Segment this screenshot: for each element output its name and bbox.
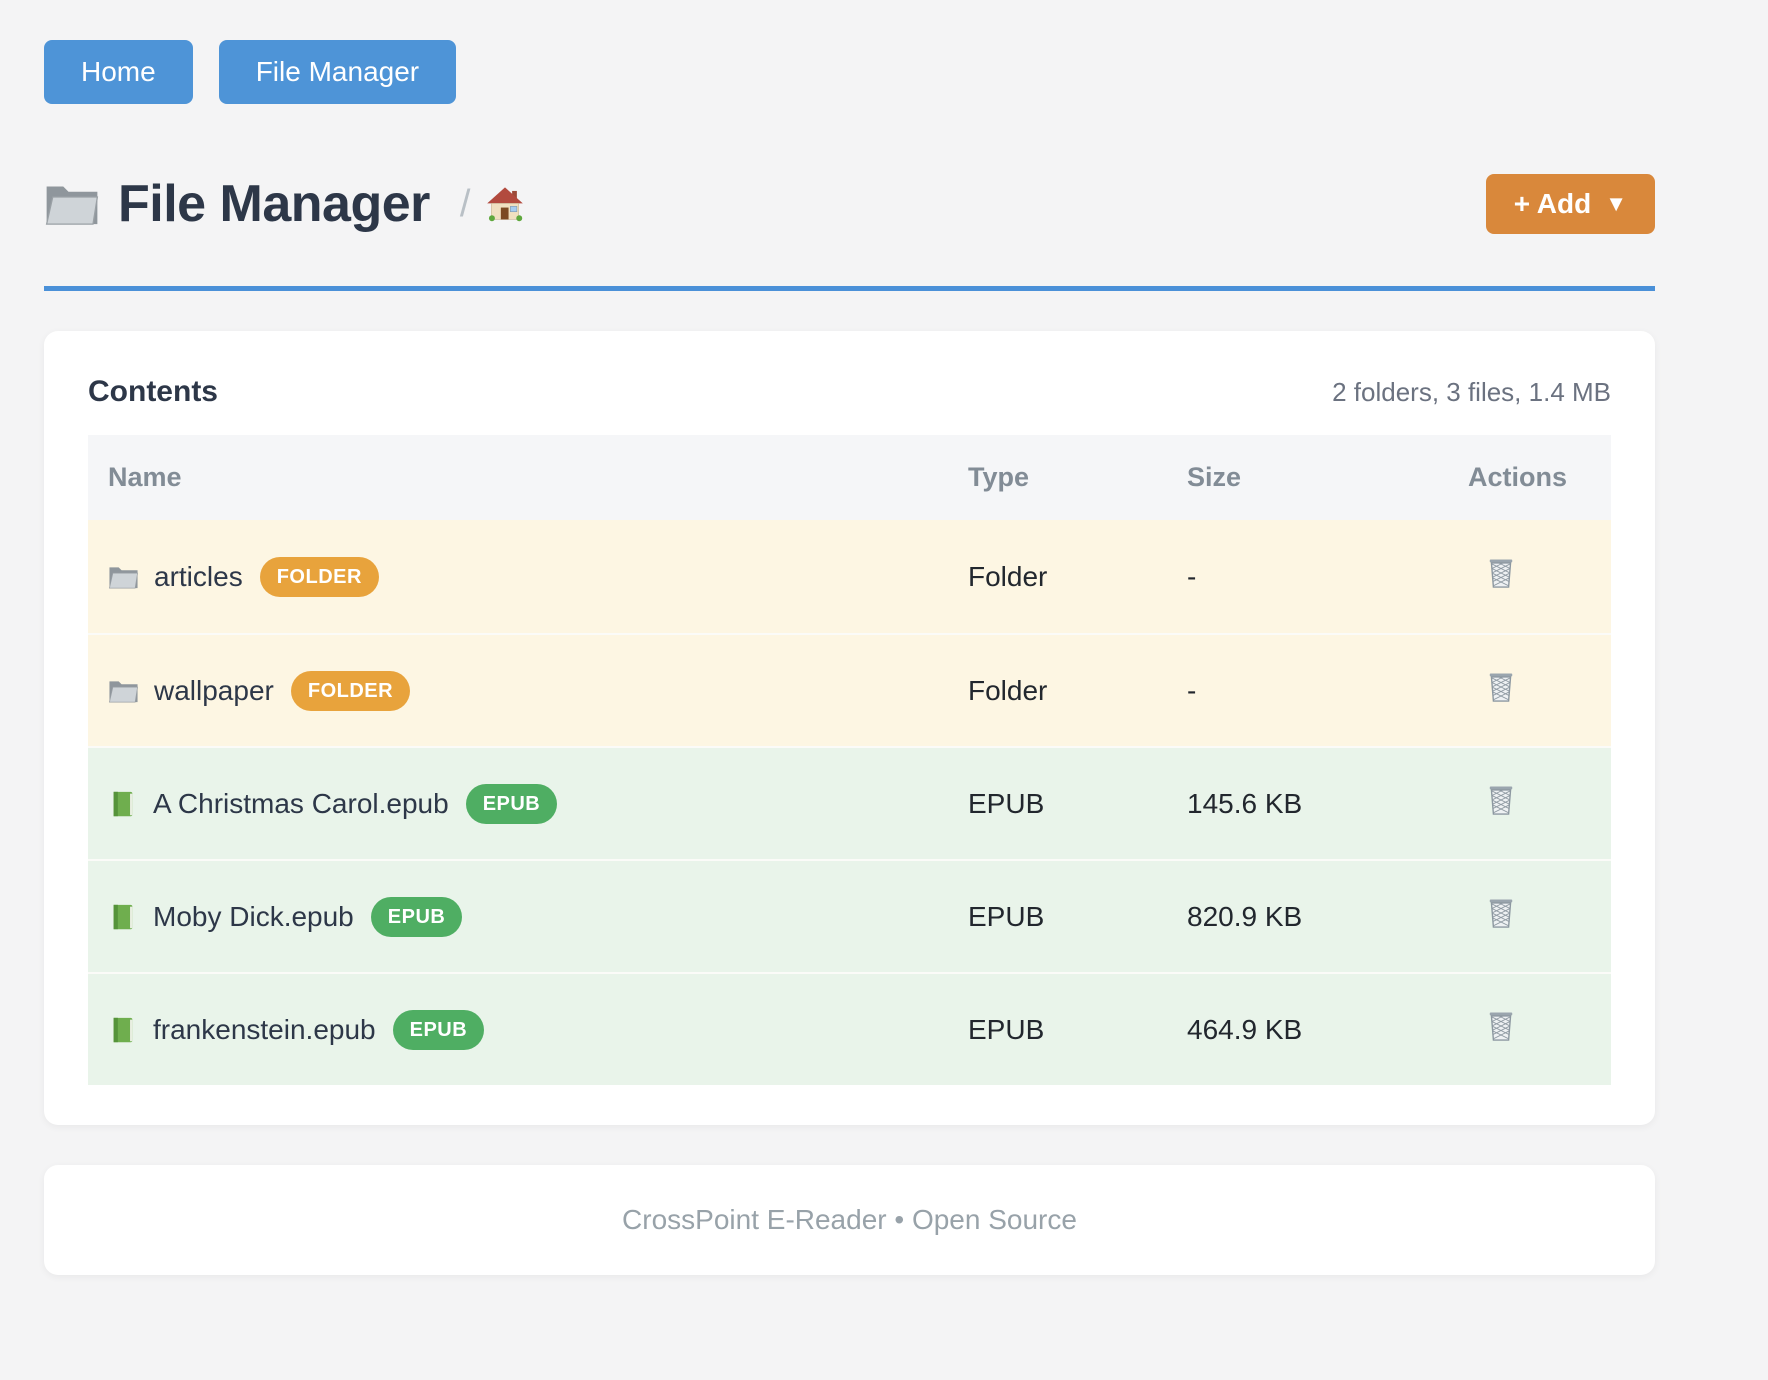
add-button[interactable]: + Add ▼ <box>1486 174 1655 234</box>
table-row: wallpaper FOLDER Folder - <box>88 633 1611 746</box>
type-badge: EPUB <box>371 897 463 937</box>
type-badge: FOLDER <box>260 557 379 597</box>
file-name[interactable]: articles <box>154 561 243 593</box>
green-book-icon <box>108 902 138 932</box>
house-icon[interactable] <box>486 185 524 223</box>
delete-button[interactable] <box>1483 669 1519 705</box>
nav-file-manager-button[interactable]: File Manager <box>219 40 456 104</box>
delete-button[interactable] <box>1483 895 1519 931</box>
table-row: frankenstein.epub EPUB EPUB 464.9 KB <box>88 972 1611 1085</box>
wastebasket-icon <box>1483 669 1519 705</box>
file-size: 820.9 KB <box>1187 901 1468 933</box>
file-type: EPUB <box>968 1014 1187 1046</box>
delete-button[interactable] <box>1483 555 1519 591</box>
page: Home File Manager File Manager / <box>44 0 1655 1275</box>
wastebasket-icon <box>1483 895 1519 931</box>
green-book-icon <box>108 1015 138 1045</box>
table-row: articles FOLDER Folder - <box>88 520 1611 633</box>
type-badge: FOLDER <box>291 671 410 711</box>
file-type: Folder <box>968 561 1187 593</box>
delete-button[interactable] <box>1483 1008 1519 1044</box>
file-name[interactable]: wallpaper <box>154 675 274 707</box>
file-name[interactable]: Moby Dick.epub <box>153 901 354 933</box>
file-size: 145.6 KB <box>1187 788 1468 820</box>
type-badge: EPUB <box>393 1010 485 1050</box>
page-header: File Manager / + Add ▼ <box>44 174 1655 234</box>
file-name[interactable]: A Christmas Carol.epub <box>153 788 449 820</box>
table-row: A Christmas Carol.epub EPUB EPUB 145.6 K… <box>88 746 1611 859</box>
table-body: articles FOLDER Folder - <box>88 520 1611 1085</box>
add-button-label: + Add <box>1514 188 1592 220</box>
column-header-size: Size <box>1187 462 1468 493</box>
table-row: Moby Dick.epub EPUB EPUB 820.9 KB <box>88 859 1611 972</box>
table-header-row: Name Type Size Actions <box>88 435 1611 520</box>
wastebasket-icon <box>1483 782 1519 818</box>
title-divider <box>44 286 1655 291</box>
type-badge: EPUB <box>466 784 558 824</box>
file-table: Name Type Size Actions articl <box>88 435 1611 1085</box>
contents-title: Contents <box>88 375 218 409</box>
contents-card: Contents 2 folders, 3 files, 1.4 MB Name… <box>44 331 1655 1125</box>
folder-icon <box>108 678 139 704</box>
file-type: EPUB <box>968 788 1187 820</box>
column-header-type: Type <box>968 462 1187 493</box>
file-size: 464.9 KB <box>1187 1014 1468 1046</box>
footer-text: CrossPoint E-Reader • Open Source <box>622 1204 1077 1236</box>
nav-home-button[interactable]: Home <box>44 40 193 104</box>
breadcrumb-separator: / <box>460 183 471 226</box>
chevron-down-icon: ▼ <box>1605 191 1627 217</box>
column-header-actions: Actions <box>1468 462 1611 493</box>
file-type: Folder <box>968 675 1187 707</box>
open-folder-icon <box>44 181 100 227</box>
delete-button[interactable] <box>1483 782 1519 818</box>
file-size: - <box>1187 561 1468 593</box>
wastebasket-icon <box>1483 1008 1519 1044</box>
contents-summary: 2 folders, 3 files, 1.4 MB <box>1332 377 1611 408</box>
green-book-icon <box>108 789 138 819</box>
top-nav: Home File Manager <box>44 40 1655 104</box>
column-header-name: Name <box>88 462 968 493</box>
file-name[interactable]: frankenstein.epub <box>153 1014 376 1046</box>
page-title: File Manager <box>118 174 430 234</box>
folder-icon <box>108 564 139 590</box>
wastebasket-icon <box>1483 555 1519 591</box>
footer: CrossPoint E-Reader • Open Source <box>44 1165 1655 1275</box>
file-type: EPUB <box>968 901 1187 933</box>
file-size: - <box>1187 675 1468 707</box>
